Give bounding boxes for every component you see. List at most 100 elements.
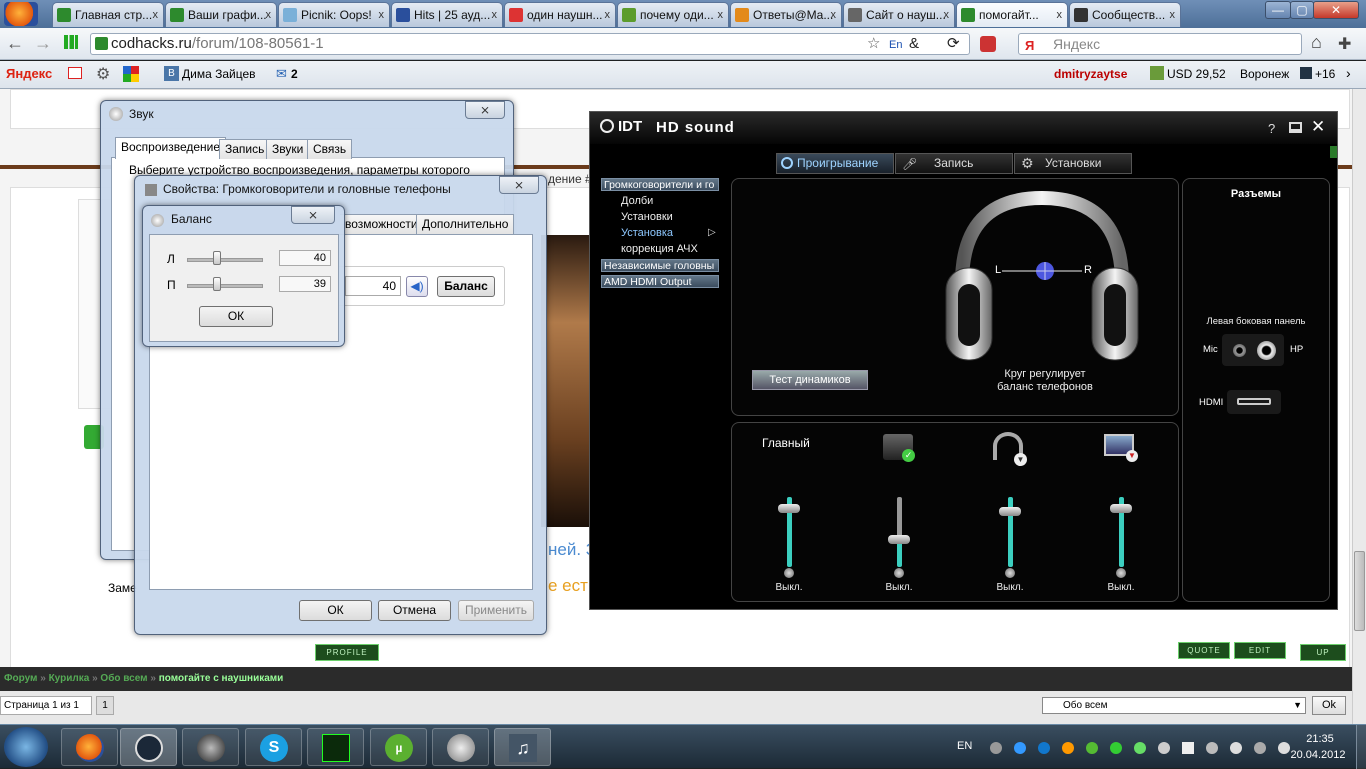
level-value[interactable]: 40 [345, 276, 401, 296]
tray-icon-12[interactable] [1254, 742, 1266, 754]
quote-button[interactable]: QUOTE [1178, 642, 1230, 659]
volume-slider-knob[interactable] [778, 503, 800, 513]
browser-tab[interactable]: один наушн... x [504, 2, 616, 27]
browser-tab[interactable]: Hits | 25 ауд... x [391, 2, 503, 27]
tab-close-icon[interactable]: x [266, 3, 272, 27]
login-name[interactable]: dmitryzaytse [1054, 67, 1127, 81]
ok-button[interactable]: ОК [299, 600, 372, 621]
maximize-button[interactable]: ▢ [1290, 1, 1314, 19]
bookmark-star-icon[interactable]: ☆ [867, 34, 880, 54]
settings-gear-icon[interactable]: ⚙ [96, 64, 110, 84]
start-button[interactable] [4, 727, 48, 767]
device-independent-headphones[interactable]: Независимые головны [601, 259, 719, 272]
balance-dialog-close-button[interactable]: ⨯ [291, 206, 335, 224]
up-button[interactable]: UP [1300, 644, 1346, 661]
browser-tab[interactable]: помогайт... x [956, 2, 1068, 27]
breadcrumb-general[interactable]: Обо всем [100, 673, 147, 684]
volume-slider-knob[interactable] [999, 507, 1021, 516]
taskbar-skype[interactable]: S [245, 728, 302, 766]
tab-playback-idt[interactable]: Проигрывание [776, 153, 894, 174]
properties-dialog-close-button[interactable]: ⨯ [499, 176, 539, 194]
subitem-dolby[interactable]: Долби [621, 195, 653, 207]
subitem-eq[interactable]: коррекция АЧХ [621, 243, 698, 255]
taskbar-utorrent[interactable]: µ [370, 728, 427, 766]
mic-jack-icon[interactable] [1233, 344, 1246, 357]
volume-slider-track[interactable] [999, 497, 1021, 567]
mute-toggle-icon[interactable] [784, 568, 794, 578]
volume-slider-track[interactable] [888, 497, 910, 567]
clock-time[interactable]: 21:35 [1290, 733, 1350, 745]
mail-envelope-icon[interactable]: ✉ [276, 66, 287, 82]
left-slider-thumb[interactable] [213, 251, 222, 265]
vk-user-name[interactable]: Дима Зайцев [182, 67, 256, 81]
tab-advanced[interactable]: Дополнительно [416, 214, 515, 234]
edit-button[interactable]: EDIT [1234, 642, 1286, 659]
search-input[interactable]: Я Яндекс [1018, 33, 1302, 55]
reload-icon[interactable]: ⟳ [947, 34, 960, 54]
tab-close-icon[interactable]: x [944, 3, 950, 27]
clock-date[interactable]: 20.04.2012 [1282, 749, 1354, 761]
device-speakers-headphones[interactable]: Громкоговорители и го [601, 178, 719, 191]
scrollbar-thumb[interactable] [1354, 551, 1365, 631]
pagination-page-1[interactable]: 1 [96, 696, 114, 715]
apps-icon[interactable] [123, 66, 139, 82]
hp-jack-icon[interactable] [1257, 341, 1276, 360]
device-amd-hdmi[interactable]: AMD HDMI Output [601, 275, 719, 288]
right-slider-track[interactable] [187, 284, 263, 288]
subitem-setup[interactable]: Установка [621, 227, 673, 239]
yandex-logo[interactable]: Яндекс [6, 66, 52, 81]
tab-close-icon[interactable]: x [831, 3, 837, 27]
taskbar-steam[interactable] [120, 728, 177, 766]
currency-rate[interactable]: USD 29,52 [1167, 67, 1226, 81]
tab-enhancements[interactable]: возможности [340, 214, 424, 234]
tab-close-icon[interactable]: x [1057, 3, 1063, 27]
sound-dialog-close-button[interactable]: ⨯ [465, 101, 505, 119]
browser-tab[interactable]: Сообществ... x [1069, 2, 1181, 27]
mute-toggle-icon[interactable] [1116, 568, 1126, 578]
tray-icon-11[interactable] [1230, 742, 1242, 754]
tab-close-icon[interactable]: x [718, 3, 724, 27]
url-input[interactable]: codhacks.ru/forum/108-80561-1 ☆ En & ⟳ [90, 33, 970, 55]
tray-icon-3[interactable] [1038, 742, 1050, 754]
tray-icon-8[interactable] [1158, 742, 1170, 754]
right-slider-thumb[interactable] [212, 277, 221, 291]
balance-button[interactable]: Баланс [437, 276, 495, 297]
page-scrollbar[interactable] [1352, 89, 1366, 724]
mute-toggle-icon[interactable] [894, 568, 904, 578]
extension-icon[interactable]: ✚ [1338, 34, 1351, 54]
breadcrumb-lounge[interactable]: Курилка [49, 673, 90, 684]
balance-ok-button[interactable]: ОК [199, 306, 273, 327]
volume-slider-knob[interactable] [888, 535, 910, 544]
translate-icon[interactable]: En [889, 35, 902, 55]
forum-jump-select[interactable]: Обо всем ▼ [1042, 697, 1306, 714]
tab-recording[interactable]: Запись [219, 139, 271, 159]
tray-icon-6[interactable] [1110, 742, 1122, 754]
tab-settings-idt[interactable]: ⚙ Установки [1014, 153, 1132, 174]
mute-toggle-icon[interactable] [1005, 568, 1015, 578]
tray-icon-2[interactable] [1014, 742, 1026, 754]
idt-minimize-icon[interactable] [1289, 122, 1302, 133]
browser-tab[interactable]: Picnik: Oops! x [278, 2, 390, 27]
close-window-button[interactable]: ✕ [1313, 1, 1359, 19]
idt-close-icon[interactable]: ✕ [1311, 117, 1325, 137]
right-value[interactable]: 39 [279, 276, 331, 292]
cancel-button[interactable]: Отмена [378, 600, 451, 621]
city-name[interactable]: Воронеж [1240, 67, 1289, 81]
mail-icon[interactable] [68, 67, 82, 79]
headphones-illustration[interactable] [942, 188, 1142, 368]
taskbar-sound[interactable] [432, 728, 489, 766]
back-icon[interactable]: ← [6, 33, 24, 54]
volume-slider-track[interactable] [1110, 497, 1132, 567]
tray-flag-icon[interactable] [1182, 742, 1194, 754]
tab-sounds[interactable]: Звуки [266, 139, 310, 159]
tab-close-icon[interactable]: x [605, 3, 611, 27]
tab-communications[interactable]: Связь [307, 139, 353, 159]
tray-icon-1[interactable] [990, 742, 1002, 754]
tab-close-icon[interactable]: x [153, 3, 159, 27]
minimize-button[interactable]: — [1265, 1, 1291, 19]
addon-icon[interactable] [980, 36, 996, 52]
tab-close-icon[interactable]: x [379, 3, 385, 27]
toolbar-overflow-icon[interactable]: › [1346, 65, 1351, 81]
tray-icon-7[interactable] [1134, 742, 1146, 754]
jump-ok-button[interactable]: Ok [1312, 696, 1346, 715]
